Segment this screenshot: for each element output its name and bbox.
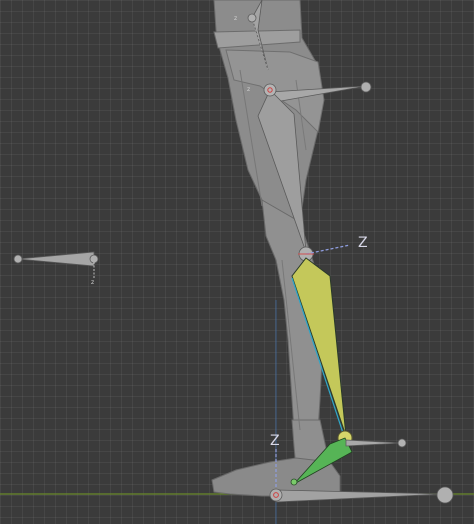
- hand-bone-head[interactable]: [13, 254, 23, 264]
- toe-joint[interactable]: [290, 478, 298, 486]
- hand-bone-tail[interactable]: [89, 254, 99, 264]
- hip-joint[interactable]: [263, 83, 277, 97]
- hand-bone[interactable]: [17, 251, 95, 267]
- hand-z-axis-label: z: [91, 279, 95, 286]
- foot-root-bone[interactable]: [275, 489, 445, 503]
- foot-root-joint[interactable]: [269, 488, 283, 502]
- knee-z-axis-label: Z: [358, 235, 368, 251]
- knee-z-axis-line: [305, 244, 351, 255]
- ankle-side-bone[interactable]: [345, 439, 403, 447]
- top-z-axis-label: z: [234, 15, 238, 22]
- hip-z-axis-label: z: [247, 86, 251, 93]
- ankle-side-bone-tail[interactable]: [397, 438, 407, 448]
- scene-canvas[interactable]: [0, 0, 474, 524]
- hip-side-bone-tail[interactable]: [360, 81, 372, 93]
- spine-joint[interactable]: [247, 13, 257, 23]
- foot-root-bone-tail[interactable]: [436, 486, 454, 504]
- foot-z-axis-label: Z: [270, 433, 280, 449]
- 3d-viewport[interactable]: Z Z z z z: [0, 0, 474, 524]
